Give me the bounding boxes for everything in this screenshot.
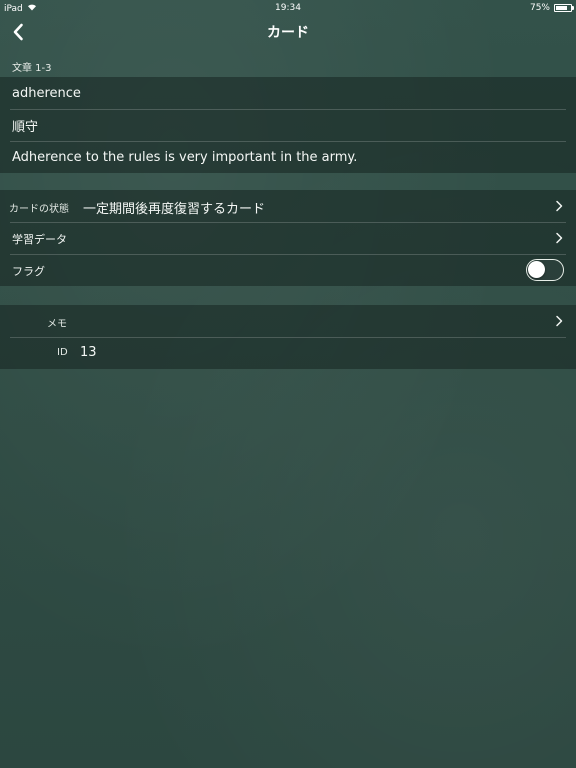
battery-fill — [556, 6, 567, 10]
study-data-label: 学習データ — [12, 233, 67, 246]
meta-group: メモ ID 13 — [0, 305, 576, 369]
example-row[interactable]: Adherence to the rules is very important… — [0, 141, 576, 173]
toggle-knob — [528, 261, 545, 278]
card-settings-group: カードの状態 一定期間後再度復習するカード 学習データ フラグ — [0, 190, 576, 286]
study-data-row[interactable]: 学習データ — [0, 222, 576, 254]
id-value: 13 — [80, 345, 97, 360]
id-row: ID 13 — [0, 337, 576, 369]
chevron-right-icon — [556, 200, 563, 212]
card-state-label: カードの状態 — [9, 204, 69, 215]
memo-label: メモ — [47, 319, 67, 330]
flag-label: フラグ — [12, 265, 45, 278]
chevron-right-icon — [556, 315, 563, 327]
id-label: ID — [57, 347, 68, 358]
example-text: Adherence to the rules is very important… — [12, 149, 358, 165]
battery-percent: 75% — [529, 3, 550, 13]
battery-icon — [554, 4, 574, 12]
chevron-right-icon — [556, 232, 563, 244]
meaning-row[interactable]: 順守 — [0, 109, 576, 141]
status-right: 75% — [529, 3, 574, 13]
word-row[interactable]: adherence — [0, 77, 576, 109]
card-state-row[interactable]: カードの状態 一定期間後再度復習するカード — [0, 190, 576, 222]
page-title: カード — [267, 25, 309, 41]
meaning-text: 順守 — [12, 119, 39, 135]
navigation-bar: カード — [0, 16, 576, 48]
flag-row: フラグ — [0, 254, 576, 286]
memo-row[interactable]: メモ — [0, 305, 576, 337]
word-text: adherence — [12, 85, 81, 101]
section-header: 文章 1-3 — [12, 63, 52, 74]
status-bar: iPad 19:34 75% — [0, 0, 576, 16]
card-state-value: 一定期間後再度復習するカード — [83, 202, 266, 217]
flag-toggle[interactable] — [526, 259, 564, 281]
status-time: 19:34 — [275, 3, 301, 13]
card-content-group: adherence 順守 Adherence to the rules is v… — [0, 77, 576, 173]
